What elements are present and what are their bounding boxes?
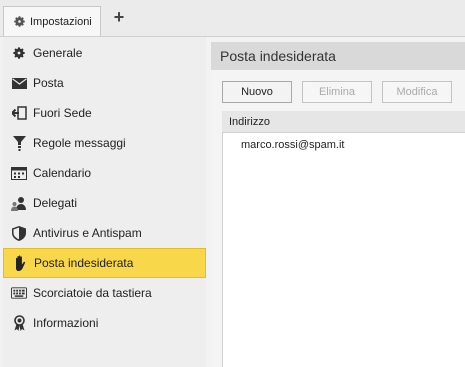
sidebar-item-label: Calendario <box>33 166 92 180</box>
sidebar-item-fuori-sede[interactable]: Fuori Sede <box>3 98 206 128</box>
sidebar-item-label: Delegati <box>33 196 78 210</box>
envelope-icon <box>11 75 27 91</box>
sidebar-item-label: Antivirus e Antispam <box>33 226 142 240</box>
tab-bar: Impostazioni + <box>0 0 465 36</box>
delegates-icon <box>11 195 27 211</box>
sidebar-item-label: Regole messaggi <box>33 136 126 150</box>
sidebar-item-regole-messaggi[interactable]: Regole messaggi <box>3 128 206 158</box>
panel-title: Posta indesiderata <box>211 42 465 70</box>
out-of-office-icon <box>11 105 27 121</box>
gear-icon <box>12 15 26 29</box>
column-header-indirizzo[interactable]: Indirizzo <box>222 111 465 133</box>
info-ribbon-icon <box>11 315 27 331</box>
tab-impostazioni[interactable]: Impostazioni <box>3 6 101 36</box>
sidebar-item-label: Fuori Sede <box>33 106 92 120</box>
sidebar-item-label: Informazioni <box>33 316 99 330</box>
sidebar-item-informazioni[interactable]: Informazioni <box>3 308 206 338</box>
sidebar-item-posta[interactable]: Posta <box>3 68 206 98</box>
filter-icon <box>11 135 27 151</box>
sidebar-item-antivirus-antispam[interactable]: Antivirus e Antispam <box>3 218 206 248</box>
shield-icon <box>11 225 27 241</box>
sidebar-item-label: Posta <box>33 76 64 90</box>
sidebar-item-calendario[interactable]: Calendario <box>3 158 206 188</box>
tab-label: Impostazioni <box>30 15 92 28</box>
add-tab-button[interactable]: + <box>111 8 127 26</box>
sidebar-item-delegati[interactable]: Delegati <box>3 188 206 218</box>
delete-button[interactable]: Elimina <box>302 81 372 103</box>
gear-icon <box>11 45 27 61</box>
keyboard-icon <box>11 285 27 301</box>
sidebar-item-posta-indesiderata[interactable]: Posta indesiderata <box>3 248 206 278</box>
sidebar-item-scorciatoie[interactable]: Scorciatoie da tastiera <box>3 278 206 308</box>
edit-button[interactable]: Modifica <box>382 81 452 103</box>
hand-icon <box>12 255 28 271</box>
new-button[interactable]: Nuovo <box>222 81 292 103</box>
calendar-icon <box>11 165 27 181</box>
sidebar-item-label: Posta indesiderata <box>34 256 134 270</box>
sidebar-item-generale[interactable]: Generale <box>3 38 206 68</box>
sidebar-item-label: Scorciatoie da tastiera <box>33 286 152 300</box>
list-item[interactable]: marco.rossi@spam.it <box>222 134 465 156</box>
sidebar-item-label: Generale <box>33 46 83 60</box>
